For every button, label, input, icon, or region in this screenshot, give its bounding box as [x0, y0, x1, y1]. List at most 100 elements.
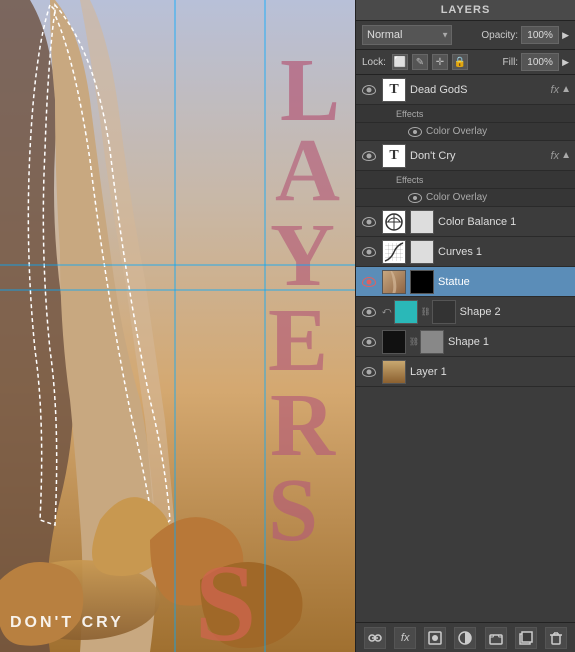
link-icon [368, 631, 382, 645]
eye-icon-color-balance [362, 217, 376, 227]
eye-icon-dont-cry [362, 151, 376, 161]
layers-panel: LAYERS Normal Multiply Screen Overlay ▼ … [355, 0, 575, 652]
lock-label: Lock: [362, 57, 386, 68]
eye-icon-statue [362, 277, 376, 287]
layer-thumb-dead-gods: T [382, 78, 406, 102]
add-mask-button[interactable] [424, 627, 446, 649]
color-overlay-dead-gods-eye-icon[interactable] [408, 127, 422, 137]
layer-thumb-layer1 [382, 360, 406, 384]
link-effects-button[interactable] [364, 627, 386, 649]
visibility-toggle-dead-gods[interactable] [360, 81, 378, 99]
layer-item-dont-cry[interactable]: T Don't Cry fx ▲ [356, 141, 575, 171]
layer-item-shape1[interactable]: ⛓ Shape 1 [356, 327, 575, 357]
canvas-bottom-text: DON'T CRY [10, 614, 124, 632]
svg-text:S: S [268, 461, 318, 560]
expand-dead-gods-icon[interactable]: ▲ [561, 84, 571, 95]
layer-item-curves[interactable]: Curves 1 [356, 237, 575, 267]
svg-text:S: S [195, 542, 256, 652]
eye-icon-dead-gods [362, 85, 376, 95]
effects-label-dont-cry: Effects [396, 175, 423, 185]
layer-item-dead-gods[interactable]: T Dead GodS fx ▲ [356, 75, 575, 105]
layer-item-color-balance[interactable]: Color Balance 1 [356, 207, 575, 237]
layer-thumb-color-balance [382, 210, 406, 234]
layer-item-layer1[interactable]: Layer 1 [356, 357, 575, 387]
color-overlay-dont-cry-eye-icon[interactable] [408, 193, 422, 203]
canvas-area: L A Y E R S S DON'T CRY [0, 0, 355, 652]
blend-mode-select[interactable]: Normal Multiply Screen Overlay [362, 25, 452, 45]
lock-position-button[interactable]: ✛ [432, 54, 448, 70]
opacity-input[interactable] [521, 26, 559, 44]
chain-icon-shape2: ⛓ [422, 300, 430, 324]
effects-label-dead-gods: Effects [396, 109, 423, 119]
eye-icon-curves [362, 247, 376, 257]
group-icon [489, 631, 503, 645]
layer-item-shape2[interactable]: ⤻ ⛓ Shape 2 [356, 297, 575, 327]
eye-icon-shape1 [362, 337, 376, 347]
visibility-toggle-dont-cry[interactable] [360, 147, 378, 165]
visibility-toggle-statue[interactable] [360, 273, 378, 291]
fill-control: Fill: ▶ [503, 53, 569, 71]
lock-pixels-button[interactable]: ⬜ [392, 54, 408, 70]
canvas-image: L A Y E R S S [0, 0, 355, 652]
layer-thumb-statue [382, 270, 406, 294]
effects-row-dead-gods: Effects [356, 105, 575, 123]
layer-mask-curves [410, 240, 434, 264]
app-container: L A Y E R S S DON'T CRY LA [0, 0, 575, 652]
layer-name-shape2: Shape 2 [460, 306, 571, 318]
layer-name-color-balance: Color Balance 1 [438, 216, 571, 228]
layer-name-dead-gods: Dead GodS [410, 84, 549, 96]
layer-item-statue[interactable]: Statue [356, 267, 575, 297]
opacity-label: Opacity: [481, 30, 518, 41]
fx-badge-dont-cry: fx [551, 150, 560, 162]
panel-header: LAYERS [356, 0, 575, 21]
layer-name-shape1: Shape 1 [448, 336, 571, 348]
opacity-arrow-icon[interactable]: ▶ [562, 30, 569, 41]
eye-icon-layer1 [362, 367, 376, 377]
layer-name-layer1: Layer 1 [410, 366, 571, 378]
color-overlay-dont-cry-row[interactable]: Color Overlay [356, 189, 575, 207]
visibility-toggle-color-balance[interactable] [360, 213, 378, 231]
dont-cry-text: DON'T CRY [10, 614, 124, 632]
color-overlay-dead-gods-row[interactable]: Color Overlay [356, 123, 575, 141]
layer-mask-shape2 [432, 300, 456, 324]
layer-name-curves: Curves 1 [438, 246, 571, 258]
add-adjustment-button[interactable] [454, 627, 476, 649]
create-group-button[interactable] [485, 627, 507, 649]
blend-opacity-row: Normal Multiply Screen Overlay ▼ Opacity… [356, 21, 575, 50]
lock-all-button[interactable]: 🔒 [452, 54, 468, 70]
layer-thumb-shape2 [394, 300, 418, 324]
lock-image-button[interactable]: ✎ [412, 54, 428, 70]
visibility-toggle-layer1[interactable] [360, 363, 378, 381]
new-layer-button[interactable] [515, 627, 537, 649]
visibility-toggle-shape1[interactable] [360, 333, 378, 351]
layers-list[interactable]: T Dead GodS fx ▲ Effects Color Overlay T [356, 75, 575, 622]
canvas-background: L A Y E R S S DON'T CRY [0, 0, 355, 652]
color-overlay-dead-gods-label: Color Overlay [426, 126, 487, 137]
fx-label: fx [401, 632, 410, 644]
delete-layer-button[interactable] [545, 627, 567, 649]
lock-fill-row: Lock: ⬜ ✎ ✛ 🔒 Fill: ▶ [356, 50, 575, 75]
trash-icon [549, 631, 563, 645]
chain-icon-shape1: ⛓ [410, 330, 418, 354]
mask-icon [428, 631, 442, 645]
layer-mask-color-balance [410, 210, 434, 234]
adjustment-icon [458, 631, 472, 645]
expand-dont-cry-icon[interactable]: ▲ [561, 150, 571, 161]
opacity-control: Opacity: ▶ [481, 26, 569, 44]
new-layer-icon [519, 631, 533, 645]
shape2-link-icon: ⤻ [382, 306, 392, 317]
panel-toolbar: fx [356, 622, 575, 652]
blend-mode-wrapper: Normal Multiply Screen Overlay ▼ [362, 25, 452, 45]
statue-thumb-image [383, 270, 405, 294]
layer-name-statue: Statue [438, 276, 571, 288]
add-layer-style-button[interactable]: fx [394, 627, 416, 649]
layer-thumb-curves [382, 240, 406, 264]
fill-label: Fill: [503, 57, 519, 68]
fill-input[interactable] [521, 53, 559, 71]
curves-icon [383, 241, 405, 263]
visibility-toggle-shape2[interactable] [360, 303, 378, 321]
layer-mask-statue [410, 270, 434, 294]
effects-row-dont-cry: Effects [356, 171, 575, 189]
visibility-toggle-curves[interactable] [360, 243, 378, 261]
fill-arrow-icon[interactable]: ▶ [562, 57, 569, 68]
